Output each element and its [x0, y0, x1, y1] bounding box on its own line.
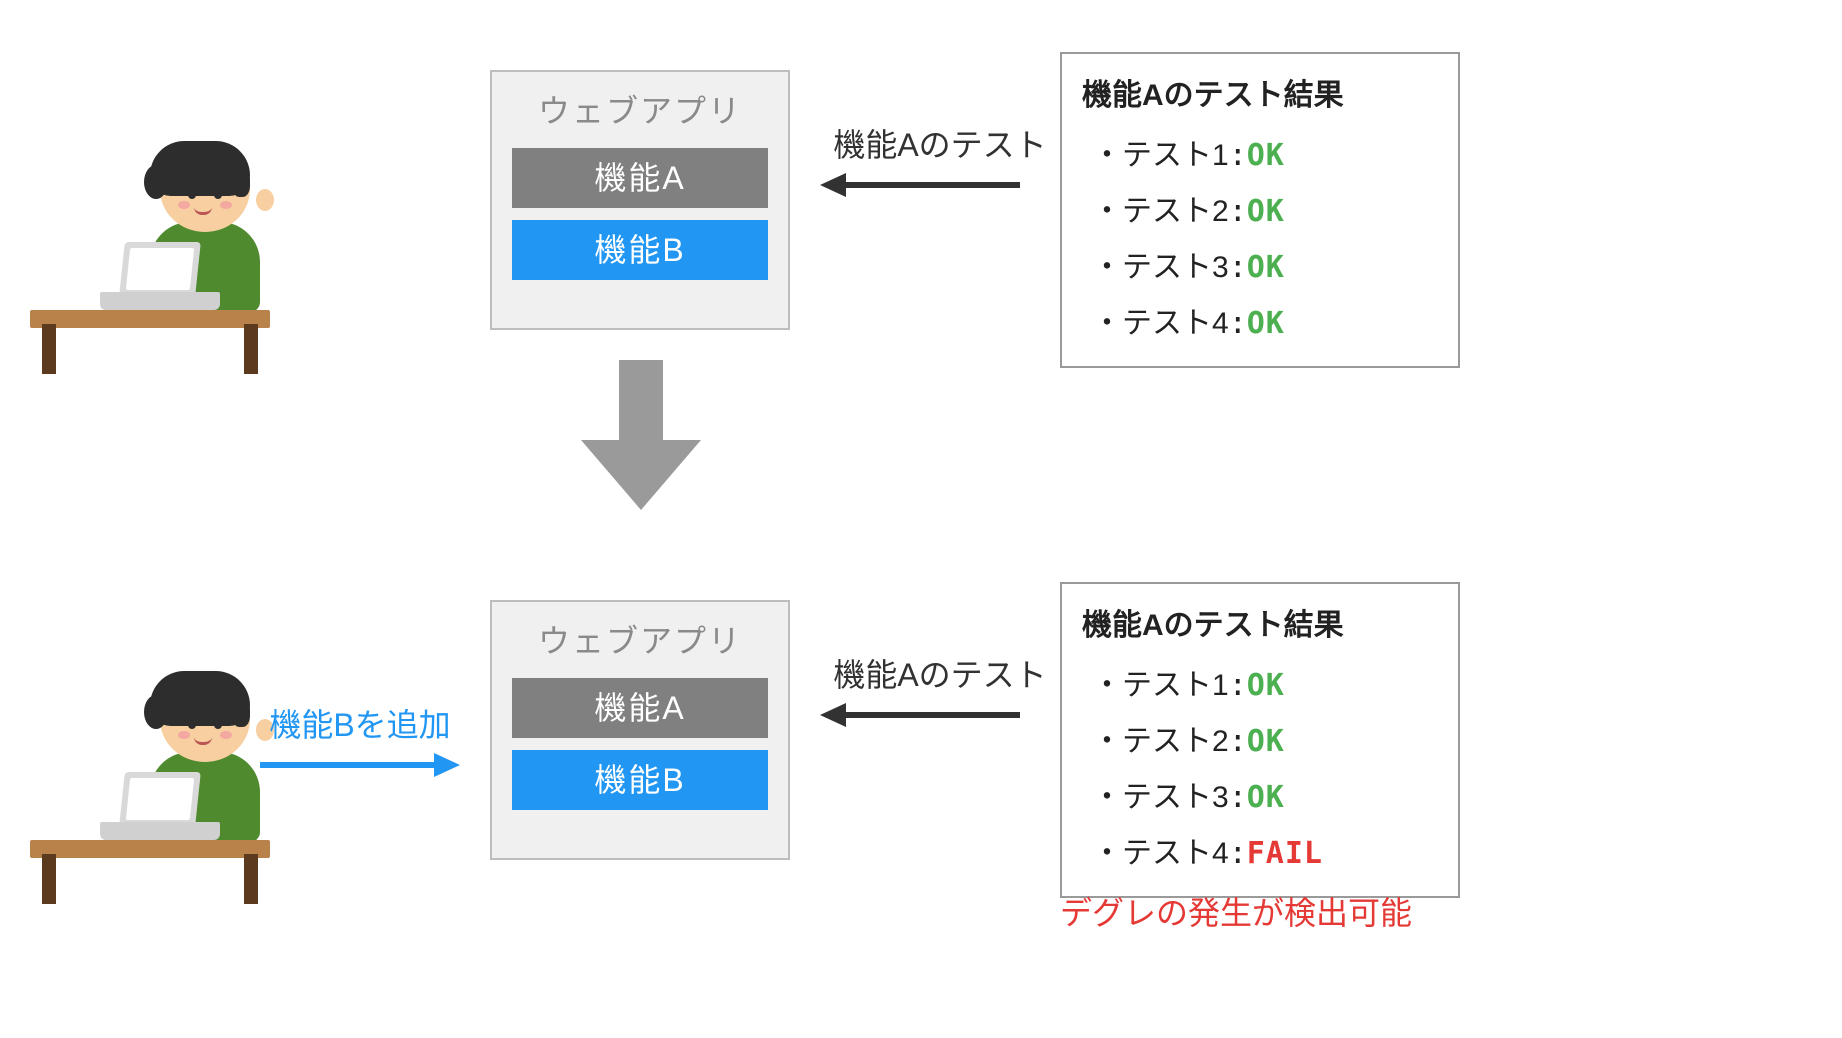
status-ok: OK	[1247, 250, 1285, 285]
arrow-right-blue-icon	[260, 745, 460, 785]
status-ok: OK	[1247, 780, 1285, 815]
arrow-left-icon	[820, 695, 1020, 735]
result-label: テスト4	[1122, 837, 1229, 870]
result-item: テスト2:OK	[1082, 180, 1438, 236]
developer-illustration	[30, 150, 270, 370]
result-label: テスト2	[1122, 195, 1229, 228]
regression-detected-note: デグレの発生が検出可能	[1060, 888, 1412, 934]
test-arrow-label: 機能Aのテスト	[810, 120, 1070, 166]
results-title: 機能Aのテスト結果	[1082, 600, 1438, 644]
result-label: テスト1	[1122, 669, 1229, 702]
stage-before: ウェブアプリ 機能A 機能B 機能Aのテスト 機能Aのテスト結果 テスト1:OK…	[0, 30, 1842, 470]
webapp-title: ウェブアプリ	[512, 86, 768, 132]
result-label: テスト4	[1122, 307, 1229, 340]
results-list: テスト1:OKテスト2:OKテスト3:OKテスト4:OK	[1082, 124, 1438, 348]
webapp-box: ウェブアプリ 機能A 機能B	[490, 70, 790, 330]
feature-b: 機能B	[512, 220, 768, 280]
results-title: 機能Aのテスト結果	[1082, 70, 1438, 114]
result-item: テスト3:OK	[1082, 766, 1438, 822]
result-label: テスト3	[1122, 251, 1229, 284]
feature-b: 機能B	[512, 750, 768, 810]
down-arrow-icon	[571, 360, 711, 510]
webapp-box: ウェブアプリ 機能A 機能B	[490, 600, 790, 860]
result-item: テスト4:OK	[1082, 292, 1438, 348]
result-item: テスト2:OK	[1082, 710, 1438, 766]
result-item: テスト1:OK	[1082, 654, 1438, 710]
result-label: テスト1	[1122, 139, 1229, 172]
status-ok: OK	[1247, 194, 1285, 229]
feature-a: 機能A	[512, 148, 768, 208]
status-ok: OK	[1247, 668, 1285, 703]
result-item: テスト4:FAIL	[1082, 822, 1438, 878]
result-label: テスト2	[1122, 725, 1229, 758]
result-item: テスト1:OK	[1082, 124, 1438, 180]
results-list: テスト1:OKテスト2:OKテスト3:OKテスト4:FAIL	[1082, 654, 1438, 878]
test-results-box: 機能Aのテスト結果 テスト1:OKテスト2:OKテスト3:OKテスト4:FAIL	[1060, 582, 1460, 898]
status-ok: OK	[1247, 724, 1285, 759]
webapp-title: ウェブアプリ	[512, 616, 768, 662]
test-arrow-label: 機能Aのテスト	[810, 650, 1070, 696]
stage-after: 機能Bを追加 ウェブアプリ 機能A 機能B 機能Aのテスト 機能Aのテスト結果 …	[0, 560, 1842, 1000]
status-fail: FAIL	[1247, 836, 1323, 871]
add-feature-label: 機能Bを追加	[250, 700, 470, 746]
test-results-box: 機能Aのテスト結果 テスト1:OKテスト2:OKテスト3:OKテスト4:OK	[1060, 52, 1460, 368]
developer-illustration	[30, 680, 270, 900]
status-ok: OK	[1247, 138, 1285, 173]
feature-a: 機能A	[512, 678, 768, 738]
arrow-left-icon	[820, 165, 1020, 205]
result-item: テスト3:OK	[1082, 236, 1438, 292]
status-ok: OK	[1247, 306, 1285, 341]
result-label: テスト3	[1122, 781, 1229, 814]
